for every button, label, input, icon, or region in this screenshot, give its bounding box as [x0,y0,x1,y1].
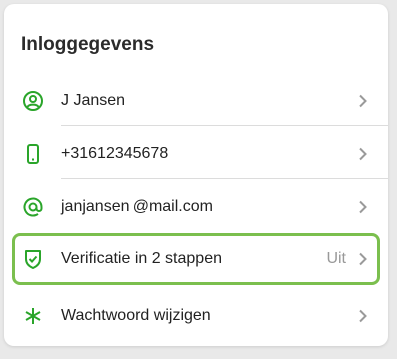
row-label: J Jansen [61,92,126,109]
row-label: +31612345678 [61,145,169,162]
chevron-right-icon [356,147,370,161]
status-value: Uit [326,250,346,267]
row-email[interactable]: janjansen @mail.com [4,183,388,231]
row-change-password[interactable]: Wachtwoord wijzigen [4,292,388,340]
chevron-right-icon [356,200,370,214]
chevron-right-icon [356,252,370,266]
row-name[interactable]: J Jansen [4,77,388,125]
asterisk-icon [21,304,45,328]
shield-check-icon [21,247,45,271]
row-divider [61,178,388,179]
row-label: janjansen @mail.com [61,198,213,215]
row-label: Wachtwoord wijzigen [61,307,211,324]
section-title: Inloggegevens [21,34,155,55]
row-two-step-verification[interactable]: Verificatie in 2 stappen Uit [4,235,388,283]
row-divider [61,125,388,126]
user-circle-icon [21,89,45,113]
row-label: Verificatie in 2 stappen [61,250,222,267]
at-sign-icon [21,195,45,219]
chevron-right-icon [356,94,370,108]
phone-icon [21,142,45,166]
login-details-card: Inloggegevens J Jansen +31612345678 janj… [4,4,388,346]
chevron-right-icon [356,309,370,323]
row-phone[interactable]: +31612345678 [4,130,388,178]
